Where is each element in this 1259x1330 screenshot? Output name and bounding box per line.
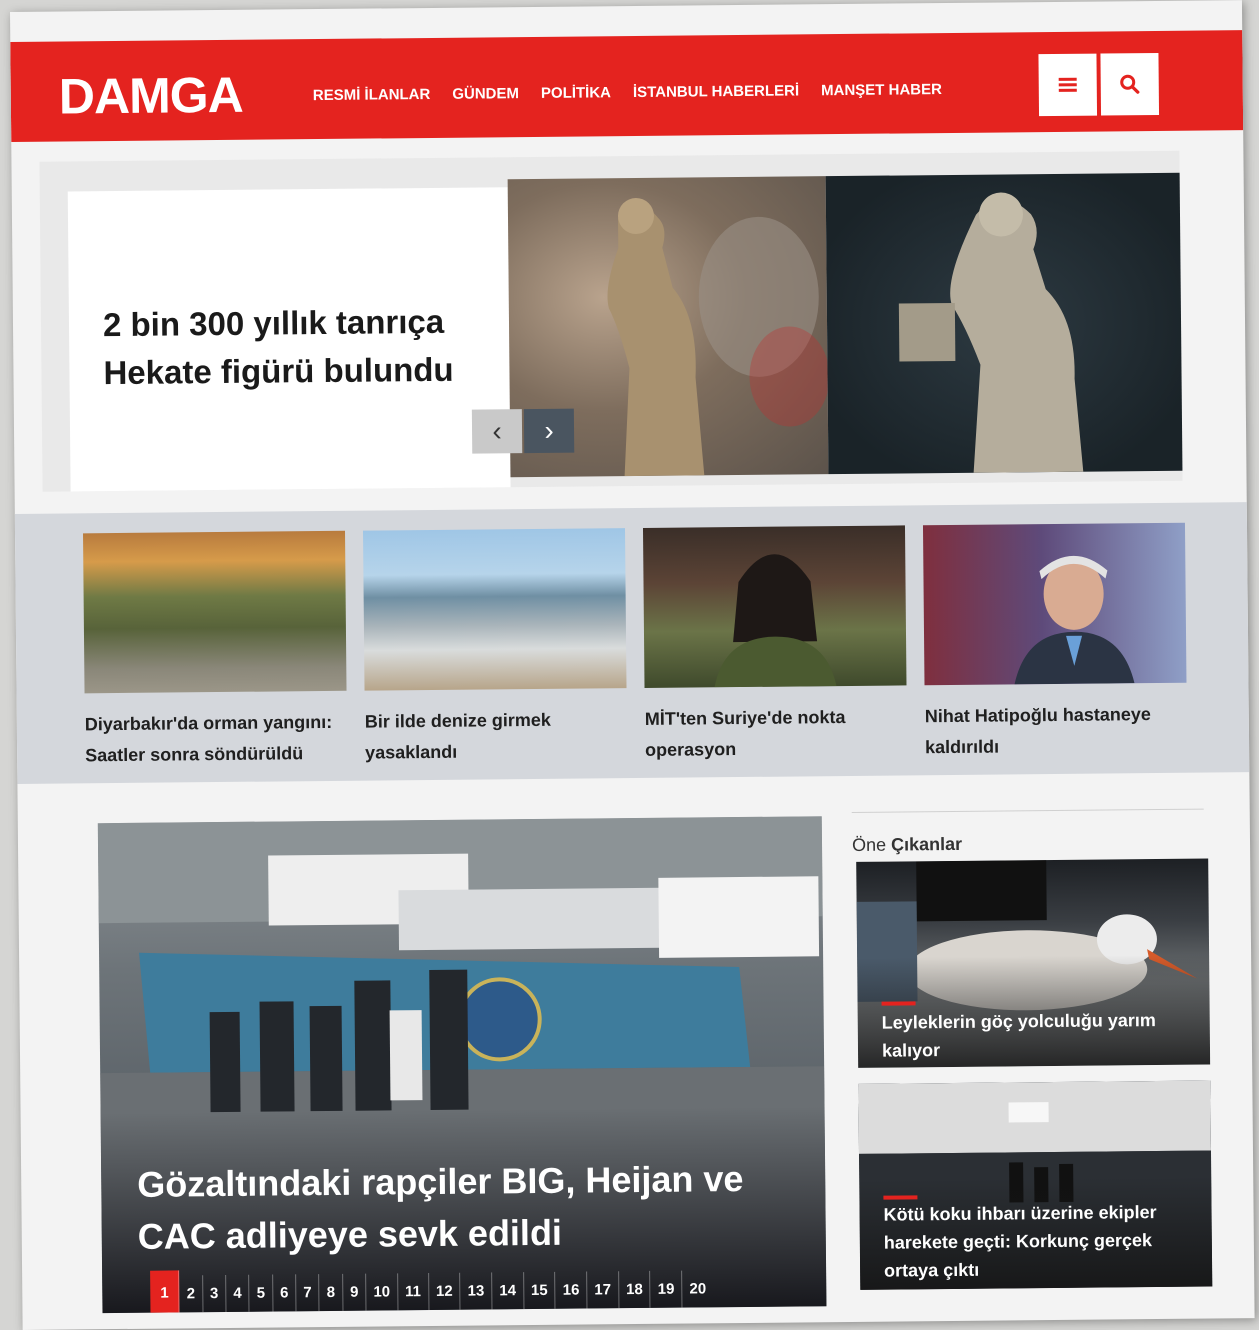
pager-page[interactable]: 20 [682, 1270, 713, 1307]
page-sheet: DAMGA RESMİ İLANLAR GÜNDEM POLİTİKA İSTA… [10, 0, 1255, 1330]
statue-image [898, 192, 1084, 475]
news-caption[interactable]: Nihat Hatipoğlu hastaneye kaldırıldı [925, 699, 1188, 763]
news-card[interactable]: Nihat Hatipoğlu hastaneye kaldırıldı [922, 522, 1188, 763]
featured-title[interactable]: Leyleklerin göç yolculuğu yarım kalıyor [882, 1007, 1191, 1066]
hero-slider: 2 bin 300 yıllık tanrıça Hekate figürü b… [39, 150, 1183, 492]
nav-item-resmi-ilanlar[interactable]: RESMİ İLANLAR [313, 86, 431, 104]
news-caption[interactable]: Diyarbakır'da orman yangını: Saatler son… [85, 707, 348, 771]
pager-page[interactable]: 2 [179, 1275, 204, 1313]
pager-page[interactable]: 15 [523, 1271, 556, 1310]
sidebar-heading: Öne Çıkanlar [851, 808, 1205, 856]
pager-page[interactable]: 8 [319, 1273, 344, 1312]
pager-page[interactable]: 13 [460, 1272, 493, 1310]
pager-page[interactable]: 19 [650, 1270, 683, 1308]
sidebar-heading-bold: Çıkanlar [890, 833, 963, 855]
hamburger-icon [1058, 77, 1077, 92]
featured-accent-bar [881, 1001, 916, 1006]
main-pager: 1 2 3 4 5 6 7 8 9 10 11 12 13 14 15 16 1… [150, 1265, 713, 1314]
pager-page[interactable]: 6 [272, 1274, 297, 1312]
news-thumbnail[interactable] [83, 530, 347, 694]
main-story-title[interactable]: Gözaltındaki rapçiler BIG, Heijan ve CAC… [137, 1152, 798, 1263]
news-thumbnail[interactable] [362, 528, 627, 691]
header-bar: DAMGA RESMİ İLANLAR GÜNDEM POLİTİKA İSTA… [10, 30, 1244, 142]
portrait-image [1014, 555, 1135, 685]
pager-page[interactable]: 4 [226, 1274, 250, 1312]
news-thumbnail[interactable] [642, 525, 907, 688]
pager-page[interactable]: 7 [296, 1274, 320, 1312]
news-card[interactable]: Diyarbakır'da orman yangını: Saatler son… [83, 530, 348, 771]
hero-prev-button[interactable]: ‹ [471, 409, 523, 454]
featured-card[interactable]: Leyleklerin göç yolculuğu yarım kalıyor [856, 858, 1211, 1068]
news-caption[interactable]: MİT'ten Suriye'de nokta operasyon [645, 701, 908, 765]
nav-item-manset-haber[interactable]: MANŞET HABER [821, 81, 942, 99]
nav-item-istanbul-haberleri[interactable]: İSTANBUL HABERLERİ [633, 82, 799, 101]
main-story[interactable]: Gözaltındaki rapçiler BIG, Heijan ve CAC… [97, 816, 827, 1314]
portrait-image [714, 554, 837, 688]
pager-page[interactable]: 14 [492, 1272, 525, 1310]
hero-title[interactable]: 2 bin 300 yıllık tanrıça Hekate figürü b… [103, 297, 484, 396]
pager-page[interactable]: 12 [428, 1272, 461, 1311]
search-button[interactable] [1100, 52, 1160, 116]
pager-page[interactable]: 16 [555, 1271, 588, 1309]
pager-page[interactable]: 18 [618, 1270, 651, 1309]
hero-text-panel[interactable]: 2 bin 300 yıllık tanrıça Hekate figürü b… [67, 187, 511, 492]
pager-page[interactable]: 17 [587, 1271, 620, 1309]
featured-card[interactable]: Kötü koku ihbarı üzerine ekipler hareket… [858, 1080, 1213, 1290]
featured-title[interactable]: Kötü koku ihbarı üzerine ekipler hareket… [883, 1199, 1192, 1286]
pager-page[interactable]: 11 [397, 1273, 430, 1311]
hero-next-button[interactable]: › [523, 408, 575, 454]
pager-page[interactable]: 3 [202, 1274, 227, 1313]
hero-image-right[interactable] [825, 172, 1183, 475]
pager-page[interactable]: 1 [150, 1270, 180, 1314]
pager-page[interactable]: 9 [342, 1273, 367, 1311]
main-nav: RESMİ İLANLAR GÜNDEM POLİTİKA İSTANBUL H… [313, 81, 942, 104]
site-logo[interactable]: DAMGA [59, 66, 243, 126]
search-icon [1120, 74, 1140, 94]
nav-item-gundem[interactable]: GÜNDEM [452, 85, 519, 103]
news-card[interactable]: MİT'ten Suriye'de nokta operasyon [642, 525, 908, 765]
news-card[interactable]: Bir ilde denize girmek yasaklandı [362, 528, 628, 768]
nav-item-politika[interactable]: POLİTİKA [541, 84, 611, 102]
pager-page[interactable]: 10 [366, 1273, 399, 1311]
sidebar-heading-prefix: Öne [851, 834, 887, 855]
news-row: Diyarbakır'da orman yangını: Saatler son… [14, 502, 1250, 784]
news-thumbnail[interactable] [922, 522, 1187, 686]
featured-accent-bar [883, 1195, 918, 1200]
news-caption[interactable]: Bir ilde denize girmek yasaklandı [365, 704, 628, 768]
menu-button[interactable] [1038, 53, 1098, 117]
pager-page[interactable]: 5 [249, 1274, 274, 1312]
